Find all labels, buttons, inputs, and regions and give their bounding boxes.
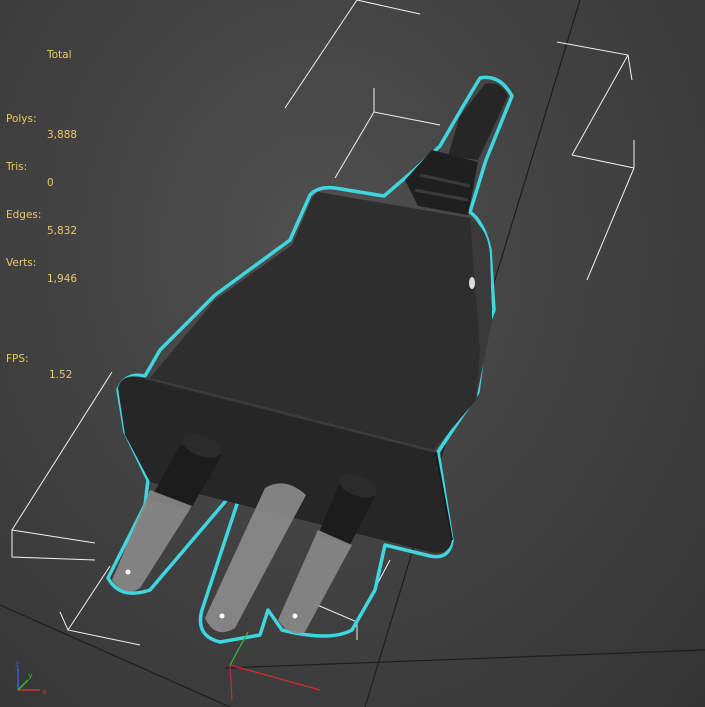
scene-canvas[interactable]: x z y xyxy=(0,0,705,707)
xyz-axis-icon: x z y xyxy=(15,660,47,696)
stats-row-tris: Tris: 0 xyxy=(6,143,54,189)
stats-row-polys: Polys: 3,888 xyxy=(6,95,77,141)
3d-viewport[interactable]: x z y Total Polys: 3,888 Tris: 0 Edges: … xyxy=(0,0,705,707)
stats-label: Edges: xyxy=(6,209,42,221)
stats-row-verts: Verts: 1,946 xyxy=(6,239,77,285)
stats-value: 0 xyxy=(47,177,54,189)
stats-header: Total xyxy=(47,49,72,61)
stats-value: 3,888 xyxy=(47,129,78,141)
stats-value: 1,946 xyxy=(47,273,78,285)
stats-label: Tris: xyxy=(6,161,28,173)
stats-label: Polys: xyxy=(6,113,37,125)
svg-text:x: x xyxy=(42,687,47,696)
stats-label: Verts: xyxy=(6,257,37,269)
stats-row-edges: Edges: 5,832 xyxy=(6,191,77,237)
svg-text:z: z xyxy=(15,660,19,669)
stats-value: 5,832 xyxy=(47,225,78,237)
viewport-statistics: Total Polys: 3,888 Tris: 0 Edges: 5,832 … xyxy=(6,15,77,383)
svg-text:y: y xyxy=(28,671,33,680)
stats-row-fps: FPS: 1.52 xyxy=(6,335,72,381)
fps-value: 1.52 xyxy=(49,369,73,381)
fps-label: FPS: xyxy=(6,353,29,365)
cable xyxy=(405,83,508,215)
